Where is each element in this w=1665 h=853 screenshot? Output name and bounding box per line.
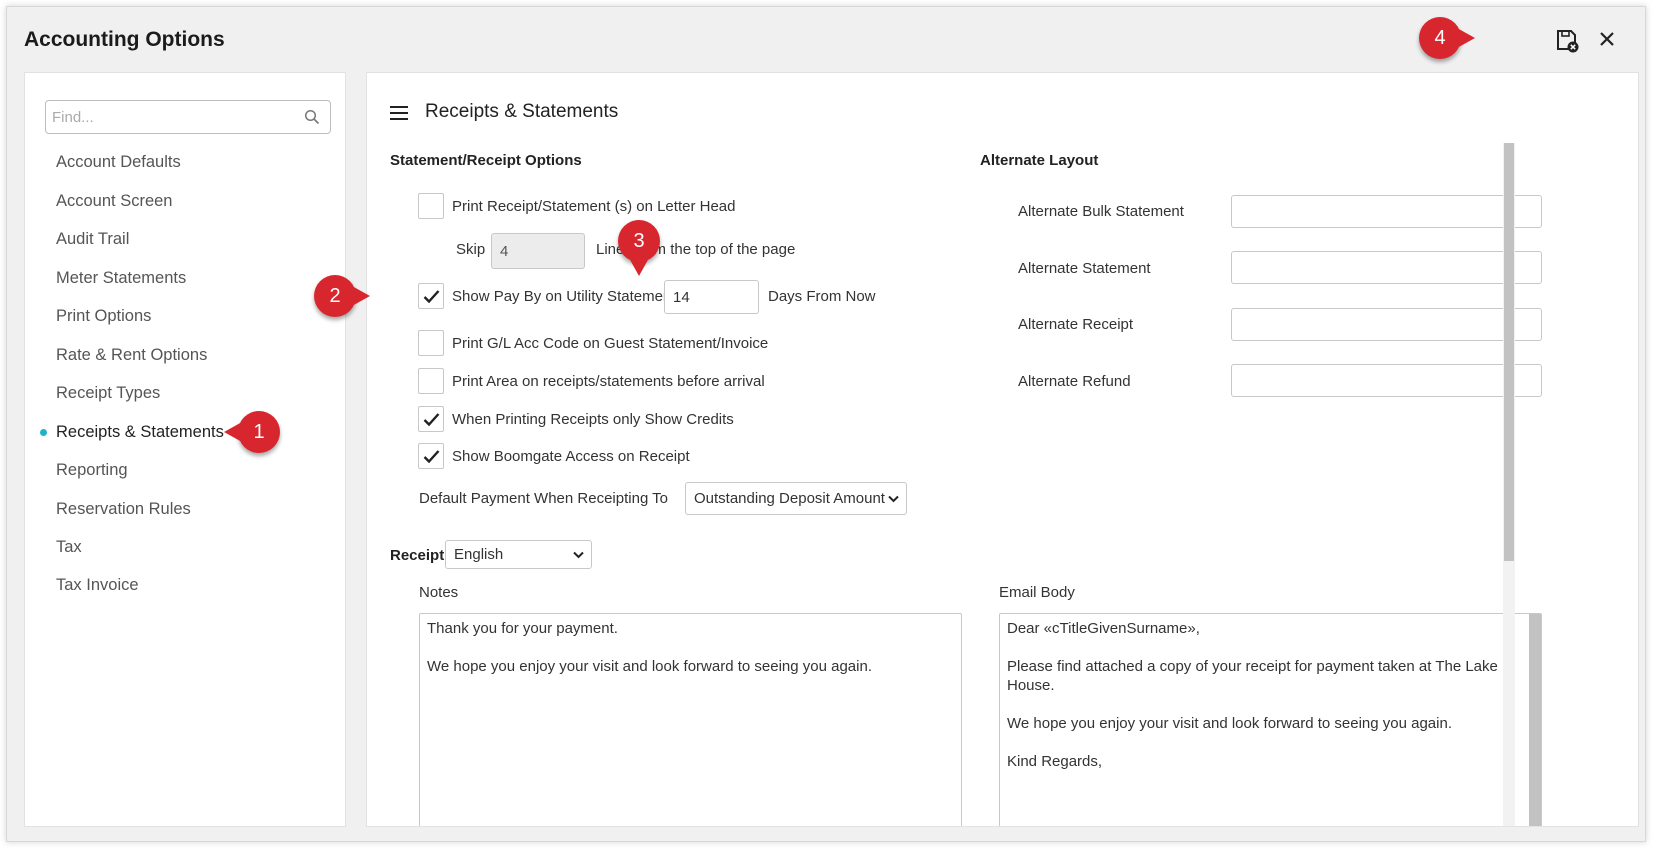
sidebar: Account Defaults Account Screen Audit Tr… <box>24 72 346 827</box>
gl-code-label: Print G/L Acc Code on Guest Statement/In… <box>452 335 769 352</box>
window-title: Accounting Options <box>24 28 225 51</box>
notes-label: Notes <box>419 584 459 601</box>
show-pay-by-label: Show Pay By on Utility Statement <box>452 288 676 305</box>
sidebar-item-tax[interactable]: Tax <box>56 538 82 557</box>
chevron-down-icon <box>573 551 584 559</box>
checkmark-icon <box>423 450 440 464</box>
receipt-language-value: English <box>454 546 504 563</box>
alt-receipt-input[interactable] <box>1231 308 1542 341</box>
save-icon <box>1557 30 1579 53</box>
alt-bulk-statement-input[interactable] <box>1231 195 1542 228</box>
chevron-down-icon <box>888 495 899 503</box>
notes-line: We hope you enjoy your visit and look fo… <box>427 658 872 675</box>
receipt-language-select[interactable]: English <box>445 540 592 569</box>
main-scrollbar-thumb[interactable] <box>1504 143 1514 561</box>
search-input[interactable] <box>52 102 292 132</box>
show-pay-by-checkbox[interactable] <box>418 283 444 309</box>
only-credits-label: When Printing Receipts only Show Credits <box>452 411 734 428</box>
hamburger-menu-icon[interactable] <box>390 106 408 122</box>
boomgate-checkbox[interactable] <box>418 443 444 469</box>
print-area-label: Print Area on receipts/statements before… <box>452 373 765 390</box>
callout-badge-4: 4 <box>1419 17 1475 59</box>
alternate-layout-heading: Alternate Layout <box>980 152 1099 169</box>
boomgate-label: Show Boomgate Access on Receipt <box>452 448 690 465</box>
panel-title: Receipts & Statements <box>425 101 619 122</box>
receipt-label: Receipt <box>390 547 445 564</box>
callout-badge-3: 3 <box>618 220 660 276</box>
save-close-button[interactable] <box>1553 27 1581 55</box>
search-box[interactable] <box>45 100 331 134</box>
days-from-now-label: Days From Now <box>768 288 876 305</box>
email-line: Kind Regards, <box>1007 753 1103 770</box>
alt-refund-label: Alternate Refund <box>1018 373 1131 390</box>
alt-bulk-statement-label: Alternate Bulk Statement <box>1018 203 1184 220</box>
skip-label: Skip <box>456 241 486 258</box>
sidebar-item-account-screen[interactable]: Account Screen <box>56 192 172 211</box>
callout-badge-2: 2 <box>314 275 370 317</box>
sidebar-item-receipts-statements[interactable]: Receipts & Statements <box>56 423 224 442</box>
letter-head-label: Print Receipt/Statement (s) on Letter He… <box>452 198 736 215</box>
email-body-label: Email Body <box>999 584 1075 601</box>
alt-receipt-label: Alternate Receipt <box>1018 316 1134 333</box>
sidebar-item-account-defaults[interactable]: Account Defaults <box>56 153 181 172</box>
callout-badge-1: 1 <box>224 411 280 453</box>
active-indicator-dot <box>40 429 47 436</box>
alt-statement-input[interactable] <box>1231 251 1542 284</box>
notes-textarea[interactable]: Thank you for your payment. We hope you … <box>419 613 962 826</box>
sidebar-item-tax-invoice[interactable]: Tax Invoice <box>56 576 139 595</box>
search-icon <box>304 109 320 125</box>
alt-refund-input[interactable] <box>1231 364 1542 397</box>
checkmark-icon <box>423 290 440 304</box>
sidebar-item-rate-rent-options[interactable]: Rate & Rent Options <box>56 346 207 365</box>
main-scrollbar[interactable] <box>1503 143 1515 826</box>
default-payment-select[interactable]: Outstanding Deposit Amount <box>685 482 907 515</box>
sidebar-item-reporting[interactable]: Reporting <box>56 461 128 480</box>
print-area-checkbox[interactable] <box>418 368 444 394</box>
skip-lines-input[interactable] <box>491 233 585 269</box>
email-line: We hope you enjoy your visit and look fo… <box>1007 715 1452 732</box>
sidebar-item-receipt-types[interactable]: Receipt Types <box>56 384 160 403</box>
letter-head-checkbox[interactable] <box>418 193 444 219</box>
sidebar-item-audit-trail[interactable]: Audit Trail <box>56 230 129 249</box>
default-payment-label: Default Payment When Receipting To <box>419 490 669 507</box>
sidebar-item-reservation-rules[interactable]: Reservation Rules <box>56 500 191 519</box>
statement-options-heading: Statement/Receipt Options <box>390 152 582 169</box>
email-line: Dear «cTitleGivenSurname», <box>1007 620 1200 637</box>
gl-code-checkbox[interactable] <box>418 330 444 356</box>
notes-line: Thank you for your payment. <box>427 620 618 637</box>
pay-by-days-input[interactable] <box>664 280 759 314</box>
alt-statement-label: Alternate Statement <box>1018 260 1151 277</box>
main-panel: Receipts & Statements Statement/Receipt … <box>366 72 1639 827</box>
default-payment-value: Outstanding Deposit Amount <box>694 490 885 507</box>
sidebar-item-meter-statements[interactable]: Meter Statements <box>56 269 186 288</box>
email-body-scrollbar[interactable] <box>1529 614 1541 826</box>
only-credits-checkbox[interactable] <box>418 406 444 432</box>
email-line: Please find attached a copy of your rece… <box>1007 658 1498 694</box>
checkmark-icon <box>423 413 440 427</box>
sidebar-item-print-options[interactable]: Print Options <box>56 307 151 326</box>
email-body-textarea[interactable]: Dear «cTitleGivenSurname», Please find a… <box>999 613 1542 826</box>
close-icon[interactable] <box>1594 26 1620 52</box>
